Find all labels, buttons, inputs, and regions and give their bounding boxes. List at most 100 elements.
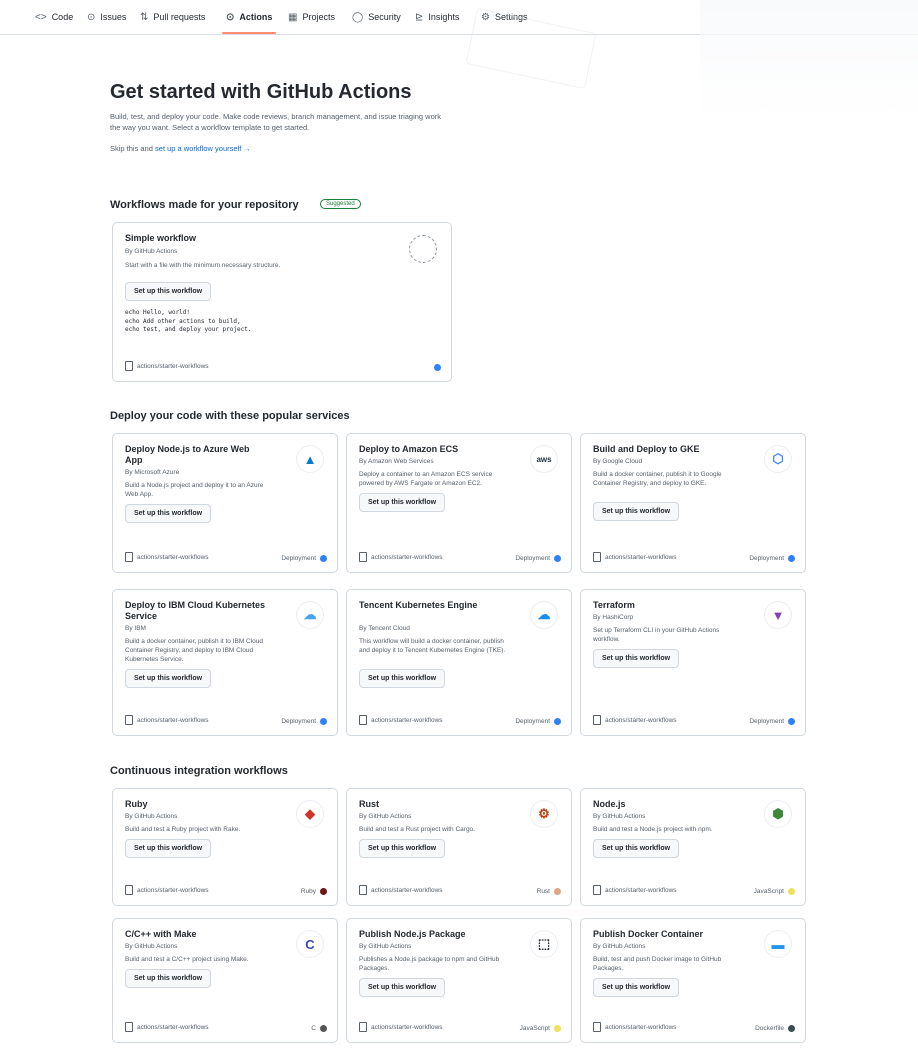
tab-insights[interactable]: ⊵ Insights [415,0,459,34]
card-category: Deployment [515,718,561,725]
section-title-deploy: Deploy your code with these popular serv… [110,410,350,422]
tab-label: Actions [239,12,273,22]
card-title: Deploy Node.js to Azure Web App [125,444,250,465]
card-description: Deploy a container to an Amazon ECS serv… [359,471,493,487]
card-author: By GitHub Actions [125,943,178,950]
category-dot [434,364,441,371]
tab-label: Pull requests [153,12,206,22]
repo-icon [125,715,133,725]
repo-icon [125,361,133,371]
setup-workflow-button[interactable]: Set up this workflow [593,839,680,858]
repo-label: actions/starter-workflows [605,553,677,561]
repo-icon [593,885,601,895]
card-author: By GitHub Actions [125,248,178,255]
tab-security[interactable]: ◯ Security [352,0,401,34]
arrow-right-icon: → [243,144,251,153]
setup-workflow-button[interactable]: Set up this workflow [125,669,212,688]
card-footer: actions/starter-workflows [593,715,677,725]
workflow-card: Build and Deploy to GKE By Google Cloud Bu… [580,433,806,573]
category-label: Deployment [281,555,316,562]
repo-label: actions/starter-workflows [137,886,209,894]
repo-icon [125,552,133,562]
category-dot [788,718,795,725]
logo-glyph: ⚙ [538,806,550,821]
nodejs-logo-icon: ⬢ [765,801,791,827]
category-dot [320,718,327,725]
tab-projects[interactable]: ▦ Projects [288,0,335,34]
shield-icon: ◯ [352,11,364,23]
card-footer: actions/starter-workflows [593,552,677,562]
category-dot [320,1025,327,1032]
category-dot [320,555,327,562]
category-dot [788,888,795,895]
graph-icon: ⊵ [415,11,424,23]
setup-workflow-button[interactable]: Set up this workflow [359,839,446,858]
tab-label: Projects [302,12,335,22]
setup-workflow-button[interactable]: Set up this workflow [125,839,212,858]
workflow-card: Tencent Kubernetes Engine By Tencent Clou… [346,589,572,736]
card-description: Build and test a Rust project with Cargo… [359,826,475,833]
category-label: Deployment [515,718,550,725]
card-author: By GitHub Actions [359,943,412,950]
repo-label: actions/starter-workflows [371,1023,443,1031]
tab-actions[interactable]: ⊙ Actions [221,0,277,34]
setup-workflow-button[interactable]: Set up this workflow [593,649,680,668]
card-description: This workflow will build a docker contai… [359,638,506,654]
logo-glyph: ▲ [303,451,317,467]
repo-icon [359,715,367,725]
category-dot [554,888,561,895]
card-description: Build and test a C/C++ project using Mak… [125,956,249,963]
logo-glyph: ◆ [305,806,315,821]
card-category: Dockerfile [755,1025,795,1032]
card-category: C [311,1025,327,1032]
card-title: C/C++ with Make [125,929,197,939]
logo-glyph: ▬ [771,936,785,952]
code-icon: <> [35,11,47,23]
category-label: Deployment [749,555,784,562]
section-title-ci: Continuous integration workflows [110,765,288,777]
intro-text: Build, test, and deploy your code. Make … [110,112,442,132]
card-description: Set up Terraform CLI in your GitHub Acti… [593,627,720,643]
setup-workflow-button[interactable]: Set up this workflow [125,282,212,301]
aws-logo-icon: aws [531,446,557,472]
page-title: Get started with GitHub Actions [110,81,412,103]
tab-issues[interactable]: ⊙ Issues [87,0,126,34]
card-footer: actions/starter-workflows [593,1022,677,1032]
card-title: Deploy to Amazon ECS [359,444,459,454]
workflow-card: Rust By GitHub Actions Build and test a Ru… [346,788,572,906]
setup-workflow-button[interactable]: Set up this workflow [359,669,446,688]
card-footer: actions/starter-workflows [359,1022,443,1032]
tab-pull-requests[interactable]: ⇅ Pull requests [140,0,205,34]
setup-workflow-button[interactable]: Set up this workflow [125,504,212,523]
card-footer: actions/starter-workflows [125,361,209,371]
logo-glyph: aws [536,454,552,464]
repo-icon [125,1022,133,1032]
repo-icon [359,552,367,562]
card-footer: actions/starter-workflows [593,885,677,895]
setup-workflow-button[interactable]: Set up this workflow [593,502,680,521]
card-description: Build, test and push Docker image to Git… [593,956,722,972]
card-category: JavaScript [754,888,795,895]
setup-workflow-button[interactable]: Set up this workflow [593,978,680,997]
card-category: Deployment [749,555,795,562]
card-author: By Tencent Cloud [359,625,410,632]
card-author: By GitHub Actions [593,943,646,950]
terraform-logo-icon: ▼ [765,602,791,628]
tab-code[interactable]: <> Code [35,0,73,34]
category-label: Deployment [515,555,550,562]
workflow-logo-icon [409,235,437,263]
card-footer: actions/starter-workflows [359,552,443,562]
workflow-card: Ruby By GitHub Actions Build and test a Ru… [112,788,338,906]
repo-label: actions/starter-workflows [371,716,443,724]
category-label: Rust [536,888,550,895]
category-label: JavaScript [753,888,784,895]
card-category: JavaScript [520,1025,561,1032]
setup-workflow-button[interactable]: Set up this workflow [125,969,212,988]
card-author: By GitHub Actions [593,813,646,820]
card-title: Tencent Kubernetes Engine [359,600,478,610]
card-title: Publish Docker Container [593,929,704,939]
setup-workflow-button[interactable]: Set up this workflow [359,493,446,512]
setup-yourself-link[interactable]: set up a workflow yourself [155,144,241,153]
setup-workflow-button[interactable]: Set up this workflow [359,978,446,997]
logo-glyph: ☁ [303,607,317,622]
